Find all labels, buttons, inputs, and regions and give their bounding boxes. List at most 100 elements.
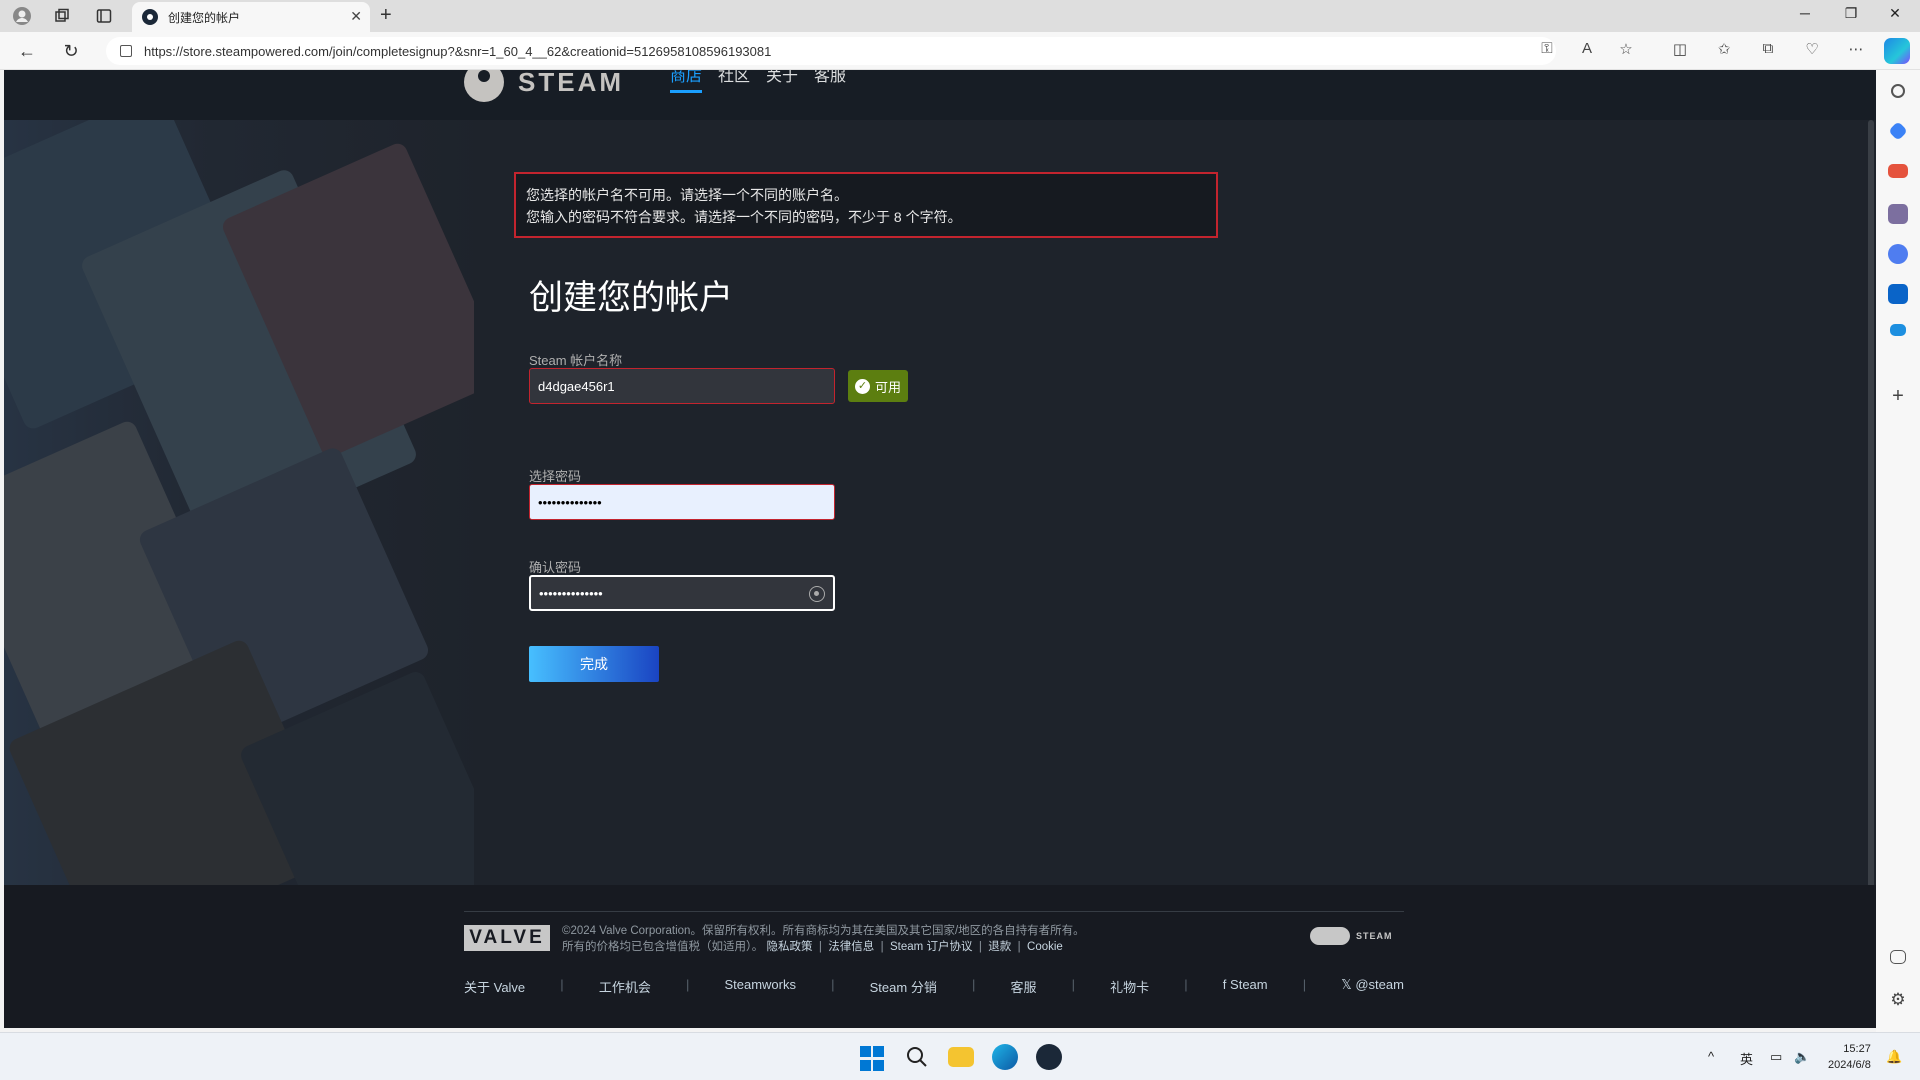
facebook-label: Steam bbox=[1230, 977, 1268, 992]
footer-link-jobs[interactable]: 工作机会 bbox=[599, 977, 651, 996]
footer-steam-logo[interactable]: STEAM bbox=[1310, 927, 1393, 945]
steam-app-icon[interactable] bbox=[1036, 1044, 1062, 1070]
valve-logo[interactable]: VALVE bbox=[464, 925, 550, 951]
page-viewport: STEAM 商店 社区 关于 客服 您选择的帐户名不可用。请选择一个不同的账户名… bbox=[4, 70, 1876, 1028]
username-value: d4dgae456r1 bbox=[538, 378, 615, 394]
footer-link-distribution[interactable]: Steam 分销 bbox=[870, 977, 937, 996]
tab-actions-icon[interactable] bbox=[92, 4, 116, 28]
nav-community[interactable]: 社区 bbox=[718, 70, 750, 93]
confirm-password-input[interactable]: •••••••••••••• bbox=[529, 575, 835, 611]
split-screen-icon[interactable]: ◫ bbox=[1668, 40, 1692, 58]
password-label: 选择密码 bbox=[529, 469, 582, 484]
favorite-star-icon[interactable]: ☆ bbox=[1614, 40, 1638, 58]
privacy-policy-link[interactable]: 隐私政策 bbox=[766, 941, 812, 953]
steam-favicon-icon bbox=[142, 9, 158, 25]
sidebar-shopping-icon[interactable] bbox=[1888, 121, 1908, 141]
ime-indicator[interactable]: 英 bbox=[1740, 1049, 1753, 1068]
more-menu-icon[interactable]: ⋯ bbox=[1844, 40, 1868, 58]
refunds-link[interactable]: 退款 bbox=[988, 941, 1011, 953]
collections-icon[interactable]: ⧉ bbox=[1756, 40, 1780, 57]
read-aloud-icon[interactable]: A bbox=[1575, 40, 1599, 57]
restore-icon[interactable]: ❐ bbox=[1836, 5, 1866, 22]
copilot-icon[interactable] bbox=[1884, 38, 1910, 64]
password-input[interactable]: •••••••••••••• bbox=[529, 484, 835, 520]
footer-link-support[interactable]: 客服 bbox=[1010, 977, 1036, 996]
sidebar-copilot-365-icon[interactable] bbox=[1888, 244, 1908, 264]
sidebar-add-icon[interactable]: + bbox=[1888, 386, 1908, 406]
steam-logo-icon bbox=[464, 70, 504, 102]
address-bar[interactable]: https://store.steampowered.com/join/comp… bbox=[106, 37, 1556, 65]
sidebar-settings-icon[interactable]: ⚙ bbox=[1888, 990, 1908, 1010]
favorites-icon[interactable]: ✩ bbox=[1712, 40, 1736, 58]
file-explorer-icon[interactable] bbox=[948, 1047, 974, 1067]
refresh-icon[interactable]: ↻ bbox=[60, 40, 82, 62]
sidebar-games-icon[interactable] bbox=[1888, 204, 1908, 224]
windows-start-icon[interactable] bbox=[860, 1046, 886, 1072]
vat-note: 所有的价格均已包含增值税（如适用）。 bbox=[562, 941, 764, 953]
nav-store[interactable]: 商店 bbox=[670, 70, 703, 93]
url-text: https://store.steampowered.com/join/comp… bbox=[144, 43, 772, 59]
footer-separator: | bbox=[831, 977, 835, 992]
sidebar-send-icon[interactable] bbox=[1890, 324, 1906, 336]
footer-divider bbox=[464, 911, 1404, 912]
legal-text: ©2024 Valve Corporation。保留所有权利。所有商标均为其在美… bbox=[562, 925, 1085, 953]
password-key-icon[interactable]: ⚿ bbox=[1535, 40, 1559, 57]
volume-icon[interactable]: 🔈 bbox=[1794, 1049, 1810, 1065]
tab-title: 创建您的帐户 bbox=[168, 10, 241, 25]
background-artwork bbox=[4, 120, 474, 885]
back-icon[interactable]: ← bbox=[16, 40, 38, 62]
steam-logo[interactable]: STEAM bbox=[464, 70, 624, 102]
password-value: •••••••••••••• bbox=[538, 494, 602, 510]
footer-separator: | bbox=[560, 977, 564, 992]
edge-sidebar: + ⚙ bbox=[1876, 70, 1920, 1032]
footer-separator: | bbox=[1071, 977, 1075, 992]
steam-header: STEAM 商店 社区 关于 客服 bbox=[4, 70, 1876, 120]
x-label: @steam bbox=[1355, 977, 1404, 992]
legal-info-link[interactable]: 法律信息 bbox=[828, 941, 874, 953]
system-clock[interactable]: 15:27 2024/6/8 bbox=[1828, 1041, 1871, 1073]
clock-date: 2024/6/8 bbox=[1828, 1059, 1871, 1071]
steam-logo-icon bbox=[1310, 927, 1350, 945]
close-tab-icon[interactable]: ✕ bbox=[350, 8, 362, 25]
minimize-icon[interactable]: ─ bbox=[1790, 5, 1820, 21]
footer-link-facebook[interactable]: f Steam bbox=[1223, 977, 1268, 996]
available-text: 可用 bbox=[874, 379, 901, 395]
x-icon: 𝕏 bbox=[1341, 977, 1352, 992]
confirm-password-value: •••••••••••••• bbox=[539, 585, 603, 601]
footer-link-gift-cards[interactable]: 礼物卡 bbox=[1110, 977, 1149, 996]
tab-create-account[interactable]: 创建您的帐户 ✕ bbox=[132, 2, 370, 32]
footer-link-x[interactable]: 𝕏 @steam bbox=[1341, 977, 1404, 996]
username-label: Steam 帐户名称 bbox=[529, 353, 623, 368]
sidebar-tools-icon[interactable] bbox=[1888, 164, 1908, 178]
subscriber-agreement-link[interactable]: Steam 订户协议 bbox=[890, 941, 972, 953]
sidebar-screenshot-icon[interactable] bbox=[1890, 950, 1906, 964]
taskbar-search-icon[interactable] bbox=[904, 1044, 930, 1070]
footer-separator: | bbox=[1184, 977, 1188, 992]
nav-about[interactable]: 关于 bbox=[766, 70, 798, 93]
windows-taskbar: ^ 英 ▭ 🔈 15:27 2024/6/8 🔔 bbox=[0, 1032, 1920, 1080]
browser-essentials-icon[interactable]: ♡ bbox=[1800, 40, 1824, 58]
done-button[interactable]: 完成 bbox=[529, 646, 659, 682]
main-nav: 商店 社区 关于 客服 bbox=[670, 70, 846, 93]
nav-support[interactable]: 客服 bbox=[814, 70, 846, 93]
workspaces-icon[interactable] bbox=[50, 4, 74, 28]
footer-separator: | bbox=[1302, 977, 1307, 992]
new-tab-icon[interactable]: + bbox=[380, 4, 392, 27]
notification-bell-icon[interactable]: 🔔 bbox=[1886, 1049, 1902, 1065]
cookie-link[interactable]: Cookie bbox=[1027, 941, 1063, 953]
footer-link-about-valve[interactable]: 关于 Valve bbox=[464, 977, 525, 996]
sidebar-outlook-icon[interactable] bbox=[1888, 284, 1908, 304]
footer-link-steamworks[interactable]: Steamworks bbox=[724, 977, 796, 996]
network-icon[interactable]: ▭ bbox=[1770, 1049, 1782, 1065]
clock-time: 15:27 bbox=[1843, 1043, 1871, 1055]
window-close-icon[interactable]: ✕ bbox=[1880, 5, 1910, 22]
footer-steam-text: STEAM bbox=[1356, 931, 1393, 941]
sidebar-search-icon[interactable] bbox=[1891, 84, 1905, 98]
show-password-icon[interactable] bbox=[809, 586, 825, 602]
username-input[interactable]: d4dgae456r1 bbox=[529, 368, 835, 404]
tray-overflow-icon[interactable]: ^ bbox=[1708, 1049, 1714, 1064]
page-scrollbar[interactable] bbox=[1868, 120, 1874, 1010]
site-info-icon[interactable] bbox=[120, 45, 132, 57]
edge-browser-icon[interactable] bbox=[992, 1044, 1018, 1070]
profile-icon[interactable] bbox=[10, 4, 34, 28]
